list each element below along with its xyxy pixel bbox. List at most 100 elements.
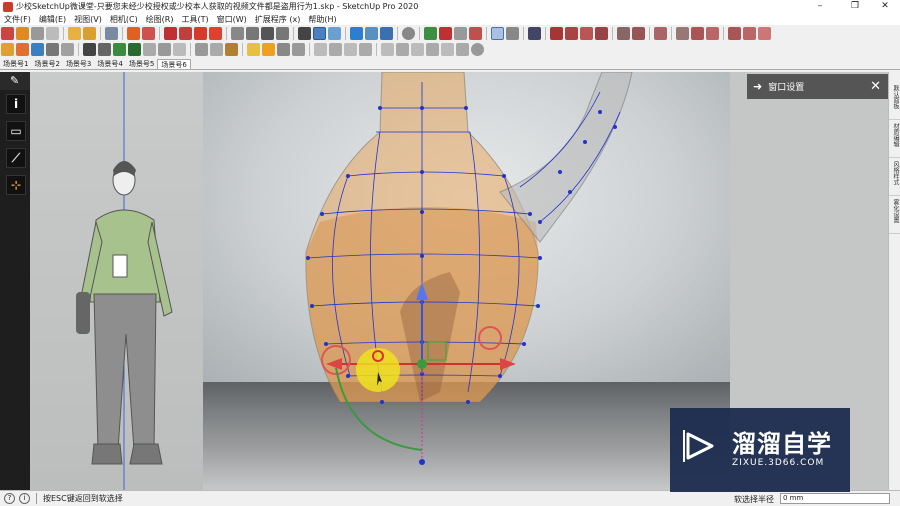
stop-icon[interactable] [31, 27, 44, 40]
curve-tool-button[interactable]: ⟋ [6, 148, 26, 168]
tree-icon[interactable] [113, 43, 126, 56]
cube-icon[interactable] [246, 27, 259, 40]
text-icon[interactable] [210, 43, 223, 56]
maximize-button[interactable]: ❐ [840, 0, 870, 13]
dotted-grid-icon[interactable] [706, 27, 719, 40]
menu-edit[interactable]: 编辑(E) [35, 14, 70, 25]
grid-icon[interactable] [328, 27, 341, 40]
group-icon[interactable] [225, 43, 238, 56]
plugin-c-icon[interactable] [344, 43, 357, 56]
component-orange-icon[interactable] [1, 43, 14, 56]
ruby-icon[interactable] [164, 27, 177, 40]
back-icon[interactable] [46, 27, 59, 40]
snake-icon[interactable] [350, 27, 363, 40]
pencil-icon[interactable]: ✎ [10, 74, 19, 87]
scene-tab-5[interactable]: 场景号5 [126, 59, 157, 69]
box-select-icon[interactable] [728, 27, 741, 40]
tag-icon[interactable] [46, 43, 59, 56]
select-tool-icon[interactable] [1, 27, 14, 40]
styles-icon[interactable] [31, 43, 44, 56]
chart-icon[interactable] [292, 43, 305, 56]
pipe-icon[interactable] [173, 43, 186, 56]
circle-icon[interactable] [402, 27, 415, 40]
line-icon[interactable] [617, 27, 630, 40]
shield-icon[interactable] [247, 43, 260, 56]
menu-camera[interactable]: 相机(C) [106, 14, 142, 25]
pen-icon[interactable] [298, 27, 311, 40]
play-icon[interactable] [16, 27, 29, 40]
minimize-button[interactable]: – [805, 0, 835, 13]
pin-icon[interactable] [506, 27, 519, 40]
expand-icon[interactable] [580, 27, 593, 40]
curve-icon[interactable] [632, 27, 645, 40]
menu-draw[interactable]: 绘图(R) [142, 14, 178, 25]
box-cross-icon[interactable] [743, 27, 756, 40]
panel-close-icon[interactable]: ✕ [870, 79, 881, 94]
component-icon[interactable] [276, 27, 289, 40]
scene-tab-4[interactable]: 场景号4 [94, 59, 125, 69]
plugin-a-icon[interactable] [314, 43, 327, 56]
sandbox-icon[interactable] [365, 27, 378, 40]
menu-view[interactable]: 视图(V) [70, 14, 106, 25]
plugin-g-icon[interactable] [411, 43, 424, 56]
scale-icon[interactable] [565, 27, 578, 40]
layer-icon[interactable] [231, 27, 244, 40]
sound-icon[interactable] [158, 43, 171, 56]
plugin-f-icon[interactable] [396, 43, 409, 56]
camera-icon[interactable] [83, 43, 96, 56]
section-icon[interactable] [313, 27, 326, 40]
sphere-icon[interactable] [454, 27, 467, 40]
info-icon[interactable]: i [19, 493, 30, 504]
light-icon[interactable] [143, 43, 156, 56]
zoom-in-icon[interactable] [424, 27, 437, 40]
vray-icon[interactable] [469, 27, 482, 40]
rectangle-tool-button[interactable]: ▭ [6, 121, 26, 141]
plugin-e-icon[interactable] [381, 43, 394, 56]
doc-icon[interactable] [277, 43, 290, 56]
help-icon[interactable]: ? [4, 493, 15, 504]
frame-icon[interactable] [380, 27, 393, 40]
plugin-i-icon[interactable] [441, 43, 454, 56]
sun-icon[interactable] [127, 27, 140, 40]
plugin-h-icon[interactable] [426, 43, 439, 56]
gear-red-icon[interactable] [179, 27, 192, 40]
scene-tab-1[interactable]: 场景号1 [0, 59, 31, 69]
material-icon[interactable] [16, 43, 29, 56]
scene-tab-3[interactable]: 场景号3 [63, 59, 94, 69]
close-button[interactable]: ✕ [870, 0, 900, 13]
soft-select-icon[interactable] [491, 27, 504, 40]
warehouse-icon[interactable] [209, 27, 222, 40]
menu-tools[interactable]: 工具(T) [178, 14, 213, 25]
tape-icon[interactable] [83, 27, 96, 40]
entity-info-button[interactable]: i [6, 94, 26, 114]
tab-fog[interactable]: 雾化设置 [889, 188, 900, 234]
diagonal-icon[interactable] [676, 27, 689, 40]
scene-tab-6[interactable]: 场景号6 [157, 59, 191, 69]
cross-arrows-icon[interactable] [550, 27, 563, 40]
fog-icon[interactable] [61, 43, 74, 56]
globe-icon[interactable] [471, 43, 484, 56]
box-icon[interactable] [261, 27, 274, 40]
scene-tab-2[interactable]: 场景号2 [31, 59, 62, 69]
shrink-icon[interactable] [595, 27, 608, 40]
square-x-icon[interactable] [691, 27, 704, 40]
menu-help[interactable]: 帮助(H) [304, 14, 340, 25]
walk-icon[interactable] [98, 43, 111, 56]
measurements-input[interactable]: 0 mm [780, 493, 890, 504]
axes-tool-button[interactable]: ⊹ [6, 175, 26, 195]
person-icon[interactable] [262, 43, 275, 56]
extension-icon[interactable] [194, 27, 207, 40]
menu-file[interactable]: 文件(F) [0, 14, 35, 25]
brush-icon[interactable] [528, 27, 541, 40]
plane-icon[interactable] [654, 27, 667, 40]
dotted-box-icon[interactable] [758, 27, 771, 40]
plugin-j-icon[interactable] [456, 43, 469, 56]
print-icon[interactable] [105, 27, 118, 40]
plant-icon[interactable] [128, 43, 141, 56]
plugin-b-icon[interactable] [329, 43, 342, 56]
house-icon[interactable] [142, 27, 155, 40]
paint-icon[interactable] [68, 27, 81, 40]
menu-extensions[interactable]: 扩展程序 (x) [251, 14, 305, 25]
zoom-out-icon[interactable] [439, 27, 452, 40]
arrow-right-icon[interactable]: ➜ [753, 80, 762, 93]
